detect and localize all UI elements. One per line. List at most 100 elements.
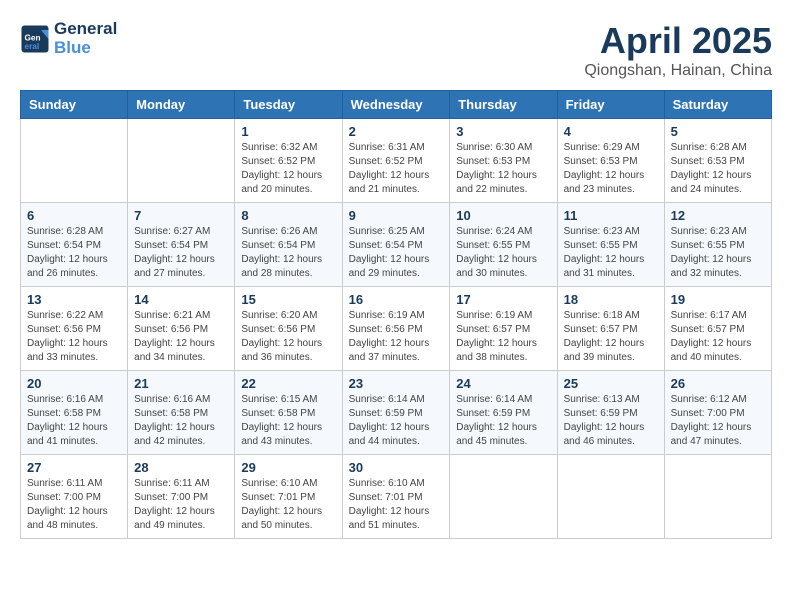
calendar-cell: 21 Sunrise: 6:16 AMSunset: 6:58 PMDayligh… bbox=[128, 371, 235, 455]
day-info: Sunrise: 6:27 AMSunset: 6:54 PMDaylight:… bbox=[134, 225, 228, 281]
calendar-cell: 20Sunrise: 6:16 AMSunset: 6:58 PMDayligh… bbox=[21, 371, 128, 455]
calendar-cell: 5 Sunrise: 6:28 AMSunset: 6:53 PMDaylight… bbox=[664, 119, 771, 203]
calendar-cell: 18 Sunrise: 6:18 AMSunset: 6:57 PMDayligh… bbox=[557, 287, 664, 371]
calendar-cell: 9 Sunrise: 6:25 AMSunset: 6:54 PMDaylight… bbox=[342, 203, 450, 287]
day-info: Sunrise: 6:19 AMSunset: 6:57 PMDaylight:… bbox=[456, 309, 550, 365]
calendar-cell: 4 Sunrise: 6:29 AMSunset: 6:53 PMDaylight… bbox=[557, 119, 664, 203]
day-info: Sunrise: 6:16 AMSunset: 6:58 PMDaylight:… bbox=[27, 393, 121, 449]
calendar-cell: 23Sunrise: 6:14 AMSunset: 6:59 PMDayligh… bbox=[342, 371, 450, 455]
calendar-cell: 1 Sunrise: 6:32 AMSunset: 6:52 PMDaylight… bbox=[235, 119, 342, 203]
day-number: 1 bbox=[241, 124, 335, 139]
calendar-cell: 19Sunrise: 6:17 AMSunset: 6:57 PMDayligh… bbox=[664, 287, 771, 371]
calendar-week-row: 1 Sunrise: 6:32 AMSunset: 6:52 PMDaylight… bbox=[21, 119, 772, 203]
weekday-header: Thursday bbox=[450, 91, 557, 119]
day-info: Sunrise: 6:10 AMSunset: 7:01 PMDaylight:… bbox=[349, 477, 444, 533]
calendar-cell: 13 Sunrise: 6:22 AMSunset: 6:56 PMDayligh… bbox=[21, 287, 128, 371]
day-info: Sunrise: 6:18 AMSunset: 6:57 PMDaylight:… bbox=[564, 309, 658, 365]
day-number: 18 bbox=[564, 292, 658, 307]
day-info: Sunrise: 6:11 AMSunset: 7:00 PMDaylight:… bbox=[134, 477, 228, 533]
logo-text-bottom: Blue bbox=[54, 39, 117, 58]
location-title: Qiongshan, Hainan, China bbox=[584, 62, 772, 80]
day-number: 27 bbox=[27, 460, 121, 475]
weekday-header: Wednesday bbox=[342, 91, 450, 119]
day-info: Sunrise: 6:28 AMSunset: 6:53 PMDaylight:… bbox=[671, 141, 765, 197]
calendar-cell: 25 Sunrise: 6:13 AMSunset: 6:59 PMDayligh… bbox=[557, 371, 664, 455]
calendar-cell bbox=[664, 455, 771, 539]
calendar-cell: 6Sunrise: 6:28 AMSunset: 6:54 PMDaylight… bbox=[21, 203, 128, 287]
svg-text:eral: eral bbox=[25, 41, 40, 50]
day-info: Sunrise: 6:25 AMSunset: 6:54 PMDaylight:… bbox=[349, 225, 444, 281]
day-number: 13 bbox=[27, 292, 121, 307]
day-number: 15 bbox=[241, 292, 335, 307]
day-number: 7 bbox=[134, 208, 228, 223]
calendar-week-row: 13 Sunrise: 6:22 AMSunset: 6:56 PMDayligh… bbox=[21, 287, 772, 371]
day-info: Sunrise: 6:23 AMSunset: 6:55 PMDaylight:… bbox=[671, 225, 765, 281]
day-number: 26 bbox=[671, 376, 765, 391]
calendar-cell: 12 Sunrise: 6:23 AMSunset: 6:55 PMDayligh… bbox=[664, 203, 771, 287]
calendar-cell bbox=[21, 119, 128, 203]
day-number: 21 bbox=[134, 376, 228, 391]
day-number: 29 bbox=[241, 460, 335, 475]
day-info: Sunrise: 6:30 AMSunset: 6:53 PMDaylight:… bbox=[456, 141, 550, 197]
day-info: Sunrise: 6:13 AMSunset: 6:59 PMDaylight:… bbox=[564, 393, 658, 449]
calendar-cell: 27 Sunrise: 6:11 AMSunset: 7:00 PMDayligh… bbox=[21, 455, 128, 539]
header: Gen eral General Blue April 2025 Qiongsh… bbox=[20, 20, 772, 80]
calendar-week-row: 6Sunrise: 6:28 AMSunset: 6:54 PMDaylight… bbox=[21, 203, 772, 287]
logo-text-top: General bbox=[54, 20, 117, 39]
calendar-cell: 10 Sunrise: 6:24 AMSunset: 6:55 PMDayligh… bbox=[450, 203, 557, 287]
day-number: 17 bbox=[456, 292, 550, 307]
day-info: Sunrise: 6:11 AMSunset: 7:00 PMDaylight:… bbox=[27, 477, 121, 533]
calendar-cell: 29Sunrise: 6:10 AMSunset: 7:01 PMDayligh… bbox=[235, 455, 342, 539]
calendar-cell: 17 Sunrise: 6:19 AMSunset: 6:57 PMDayligh… bbox=[450, 287, 557, 371]
day-number: 11 bbox=[564, 208, 658, 223]
day-number: 10 bbox=[456, 208, 550, 223]
day-info: Sunrise: 6:12 AMSunset: 7:00 PMDaylight:… bbox=[671, 393, 765, 449]
day-info: Sunrise: 6:23 AMSunset: 6:55 PMDaylight:… bbox=[564, 225, 658, 281]
calendar-cell: 8 Sunrise: 6:26 AMSunset: 6:54 PMDaylight… bbox=[235, 203, 342, 287]
weekday-header: Tuesday bbox=[235, 91, 342, 119]
day-info: Sunrise: 6:28 AMSunset: 6:54 PMDaylight:… bbox=[27, 225, 121, 281]
weekday-header: Monday bbox=[128, 91, 235, 119]
calendar-cell: 11 Sunrise: 6:23 AMSunset: 6:55 PMDayligh… bbox=[557, 203, 664, 287]
calendar-cell bbox=[450, 455, 557, 539]
day-number: 22 bbox=[241, 376, 335, 391]
calendar-cell: 24 Sunrise: 6:14 AMSunset: 6:59 PMDayligh… bbox=[450, 371, 557, 455]
weekday-header: Sunday bbox=[21, 91, 128, 119]
day-info: Sunrise: 6:14 AMSunset: 6:59 PMDaylight:… bbox=[456, 393, 550, 449]
calendar-cell: 28Sunrise: 6:11 AMSunset: 7:00 PMDayligh… bbox=[128, 455, 235, 539]
month-title: April 2025 bbox=[584, 20, 772, 62]
calendar-table: SundayMondayTuesdayWednesdayThursdayFrid… bbox=[20, 90, 772, 539]
day-number: 8 bbox=[241, 208, 335, 223]
calendar-cell: 22Sunrise: 6:15 AMSunset: 6:58 PMDayligh… bbox=[235, 371, 342, 455]
day-number: 2 bbox=[349, 124, 444, 139]
logo-icon: Gen eral bbox=[20, 24, 50, 54]
day-number: 12 bbox=[671, 208, 765, 223]
calendar-cell: 30 Sunrise: 6:10 AMSunset: 7:01 PMDayligh… bbox=[342, 455, 450, 539]
day-info: Sunrise: 6:22 AMSunset: 6:56 PMDaylight:… bbox=[27, 309, 121, 365]
day-number: 3 bbox=[456, 124, 550, 139]
day-info: Sunrise: 6:24 AMSunset: 6:55 PMDaylight:… bbox=[456, 225, 550, 281]
calendar-cell: 7 Sunrise: 6:27 AMSunset: 6:54 PMDaylight… bbox=[128, 203, 235, 287]
day-number: 5 bbox=[671, 124, 765, 139]
day-info: Sunrise: 6:21 AMSunset: 6:56 PMDaylight:… bbox=[134, 309, 228, 365]
calendar-cell bbox=[128, 119, 235, 203]
logo: Gen eral General Blue bbox=[20, 20, 117, 57]
day-info: Sunrise: 6:32 AMSunset: 6:52 PMDaylight:… bbox=[241, 141, 335, 197]
day-info: Sunrise: 6:29 AMSunset: 6:53 PMDaylight:… bbox=[564, 141, 658, 197]
day-number: 23 bbox=[349, 376, 444, 391]
day-number: 24 bbox=[456, 376, 550, 391]
calendar-cell: 15Sunrise: 6:20 AMSunset: 6:56 PMDayligh… bbox=[235, 287, 342, 371]
day-info: Sunrise: 6:16 AMSunset: 6:58 PMDaylight:… bbox=[134, 393, 228, 449]
weekday-header: Saturday bbox=[664, 91, 771, 119]
day-number: 25 bbox=[564, 376, 658, 391]
calendar-header-row: SundayMondayTuesdayWednesdayThursdayFrid… bbox=[21, 91, 772, 119]
day-info: Sunrise: 6:26 AMSunset: 6:54 PMDaylight:… bbox=[241, 225, 335, 281]
day-number: 16 bbox=[349, 292, 444, 307]
calendar-cell: 14Sunrise: 6:21 AMSunset: 6:56 PMDayligh… bbox=[128, 287, 235, 371]
day-number: 4 bbox=[564, 124, 658, 139]
calendar-week-row: 27 Sunrise: 6:11 AMSunset: 7:00 PMDayligh… bbox=[21, 455, 772, 539]
day-number: 9 bbox=[349, 208, 444, 223]
title-area: April 2025 Qiongshan, Hainan, China bbox=[584, 20, 772, 80]
day-number: 30 bbox=[349, 460, 444, 475]
calendar-cell: 3 Sunrise: 6:30 AMSunset: 6:53 PMDaylight… bbox=[450, 119, 557, 203]
